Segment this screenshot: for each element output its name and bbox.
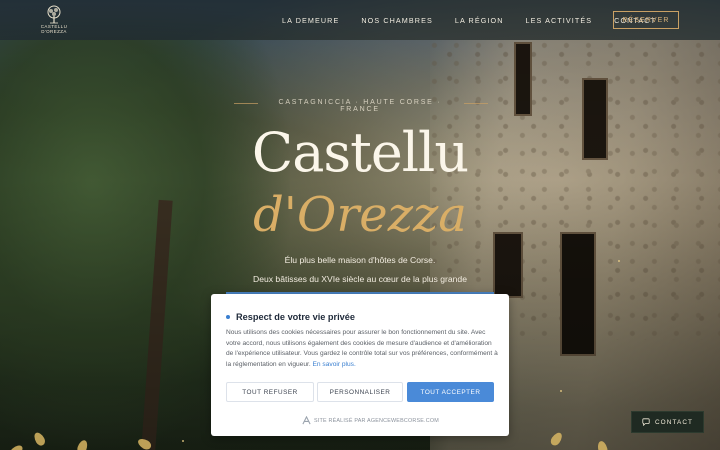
cookie-consent-banner: Respect de votre vie privée Nous utiliso…	[211, 294, 509, 436]
nav-item-la-demeure[interactable]: LA DEMEURE	[282, 16, 339, 25]
accept-all-button[interactable]: TOUT ACCEPTER	[407, 382, 494, 402]
floating-contact-button[interactable]: CONTACT	[631, 411, 704, 433]
nav-item-la-region[interactable]: LA RÉGION	[455, 16, 504, 25]
tagline-rule-right	[464, 103, 488, 104]
hero-subtitle-line1: Élu plus belle maison d'hôtes de Corse.	[284, 255, 436, 265]
tree-logo-icon	[47, 5, 61, 24]
hero-subtitle-line2: Deux bâtisses du XVIe siècle au cœur de …	[252, 274, 467, 284]
sparkle	[182, 440, 184, 442]
nav-item-les-activites[interactable]: LES ACTIVITÉS	[526, 16, 593, 25]
personalize-button[interactable]: PERSONNALISER	[317, 382, 403, 402]
site-logo[interactable]: CASTELLU D'OREZZA	[37, 5, 71, 35]
nav-item-nos-chambres[interactable]: NOS CHAMBRES	[361, 16, 433, 25]
bullet-dot-icon	[226, 315, 230, 319]
hero-title-line1: Castellu	[251, 121, 469, 184]
learn-more-link[interactable]: En savoir plus.	[313, 361, 356, 368]
logo-text: CASTELLU D'OREZZA	[40, 24, 68, 34]
cookie-banner-body: Nous utilisons des cookies nécessaires p…	[226, 329, 498, 368]
cookie-banner-text: Nous utilisons des cookies nécessaires p…	[226, 328, 498, 370]
agency-credit[interactable]: SITE RÉALISÉ PAR AGENCEWEBCORSE.COM	[302, 416, 439, 425]
contact-button-label: CONTACT	[654, 419, 694, 426]
chat-bubble-icon	[642, 418, 650, 427]
hero-title-line2: d'Orezza	[253, 187, 467, 243]
agency-credit-text: SITE RÉALISÉ PAR AGENCEWEBCORSE.COM	[314, 417, 439, 424]
refuse-all-button[interactable]: TOUT REFUSER	[226, 382, 314, 402]
tagline-rule-left	[234, 103, 258, 104]
hero-tagline: CASTAGNICCIA · HAUTE CORSE · FRANCE	[278, 99, 442, 113]
sparkle	[618, 260, 620, 262]
cookie-banner-title: Respect de votre vie privée	[236, 312, 355, 322]
sparkle	[560, 390, 562, 392]
reserve-button[interactable]: RÉSERVER	[613, 11, 679, 29]
top-navigation-bar: CASTELLU D'OREZZA LA DEMEURE NOS CHAMBRE…	[0, 0, 720, 40]
agency-logo-icon	[302, 416, 311, 425]
